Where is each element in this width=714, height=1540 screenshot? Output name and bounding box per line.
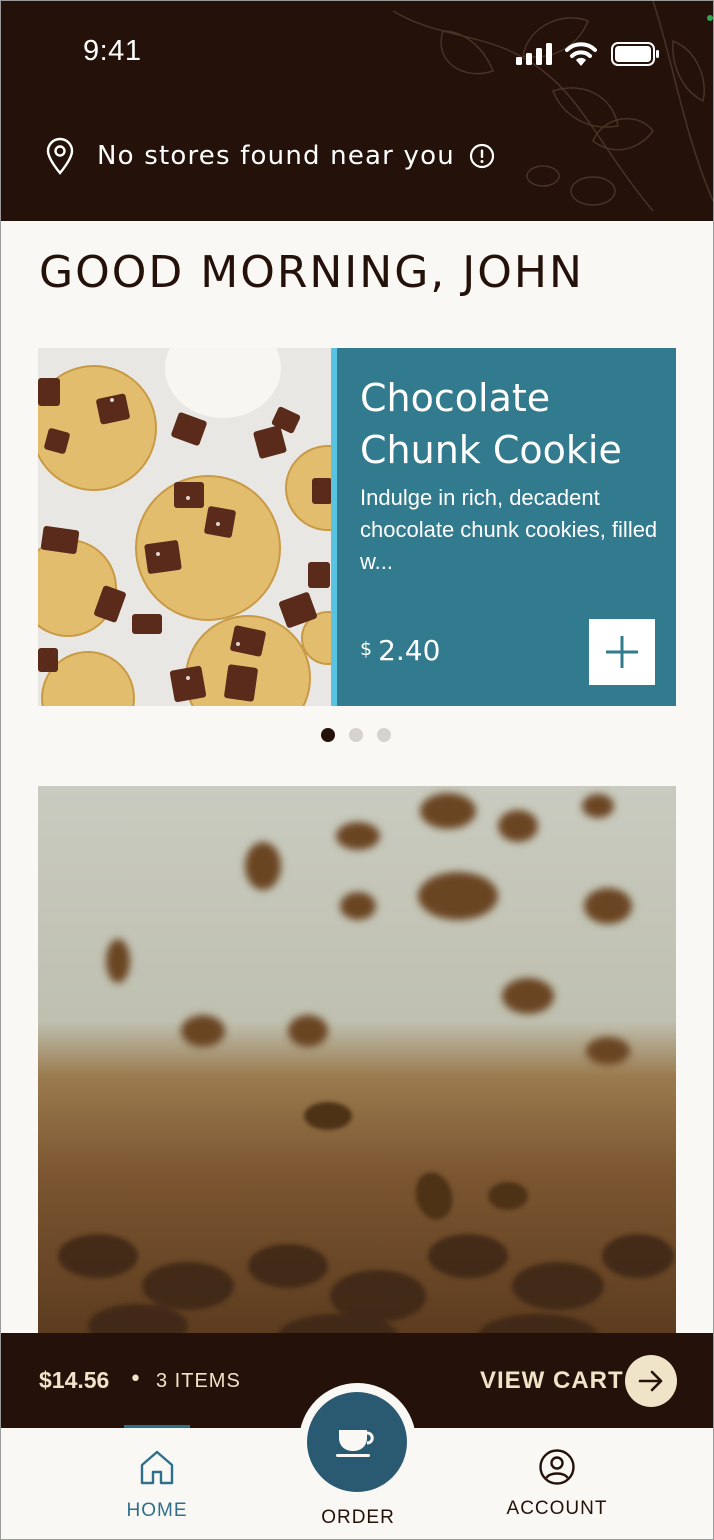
status-time: 9:41 — [83, 35, 142, 67]
product-title-line1: Chocolate — [360, 376, 551, 420]
active-tab-indicator — [124, 1425, 190, 1428]
info-icon[interactable] — [469, 143, 495, 169]
nav-order-label[interactable]: ORDER — [301, 1507, 415, 1529]
nav-tab-account[interactable]: ACCOUNT — [501, 1448, 613, 1520]
store-location-notice[interactable]: No stores found near you — [45, 137, 495, 175]
price-currency: $ — [360, 638, 373, 660]
arrow-right-icon — [638, 1370, 663, 1392]
card-accent-divider — [331, 348, 337, 706]
product-image — [38, 348, 331, 706]
add-to-cart-button[interactable] — [589, 619, 655, 685]
product-price: $ 2.40 — [360, 634, 440, 667]
coffee-cup-icon — [336, 1430, 374, 1457]
map-pin-icon — [46, 137, 74, 175]
view-cart-arrow-button[interactable] — [625, 1355, 677, 1407]
nav-tab-order[interactable] — [307, 1392, 407, 1492]
app-screen: 9:41 No stores found near you GOOD MORNI… — [0, 0, 714, 1540]
leaf-decoration — [392, 1, 713, 212]
nav-account-label: ACCOUNT — [506, 1498, 608, 1519]
featured-product-card[interactable]: Chocolate Chunk Cookie Indulge in rich, … — [38, 348, 676, 706]
carousel-dot-3[interactable] — [377, 728, 391, 742]
header: 9:41 No stores found near you — [1, 1, 713, 221]
nav-tab-home[interactable]: HOME — [111, 1448, 203, 1522]
location-text: No stores found near you — [97, 141, 455, 171]
wifi-icon — [565, 42, 597, 66]
home-icon — [140, 1450, 174, 1485]
nav-home-label: HOME — [126, 1500, 188, 1521]
camera-indicator — [707, 15, 713, 21]
carousel-indicator — [321, 728, 391, 742]
price-value: 2.40 — [378, 634, 441, 667]
cellular-signal-icon — [516, 43, 552, 65]
plus-icon — [606, 636, 638, 668]
cart-item-count: 3 ITEMS — [156, 1370, 241, 1392]
battery-icon — [611, 42, 659, 66]
cart-total: $14.56 — [39, 1367, 110, 1393]
product-description: Indulge in rich, decadent chocolate chun… — [360, 485, 658, 574]
product-title: Chocolate Chunk Cookie — [360, 372, 660, 476]
greeting-heading: GOOD MORNING, JOHN — [39, 247, 584, 298]
coffee-beans-banner[interactable] — [38, 786, 676, 1346]
view-cart-button[interactable]: VIEW CART — [480, 1367, 624, 1395]
carousel-dot-2[interactable] — [349, 728, 363, 742]
cart-separator: • — [129, 1367, 142, 1392]
product-title-line2: Chunk Cookie — [360, 428, 622, 472]
user-circle-icon — [539, 1449, 575, 1485]
carousel-dot-1[interactable] — [321, 728, 335, 742]
